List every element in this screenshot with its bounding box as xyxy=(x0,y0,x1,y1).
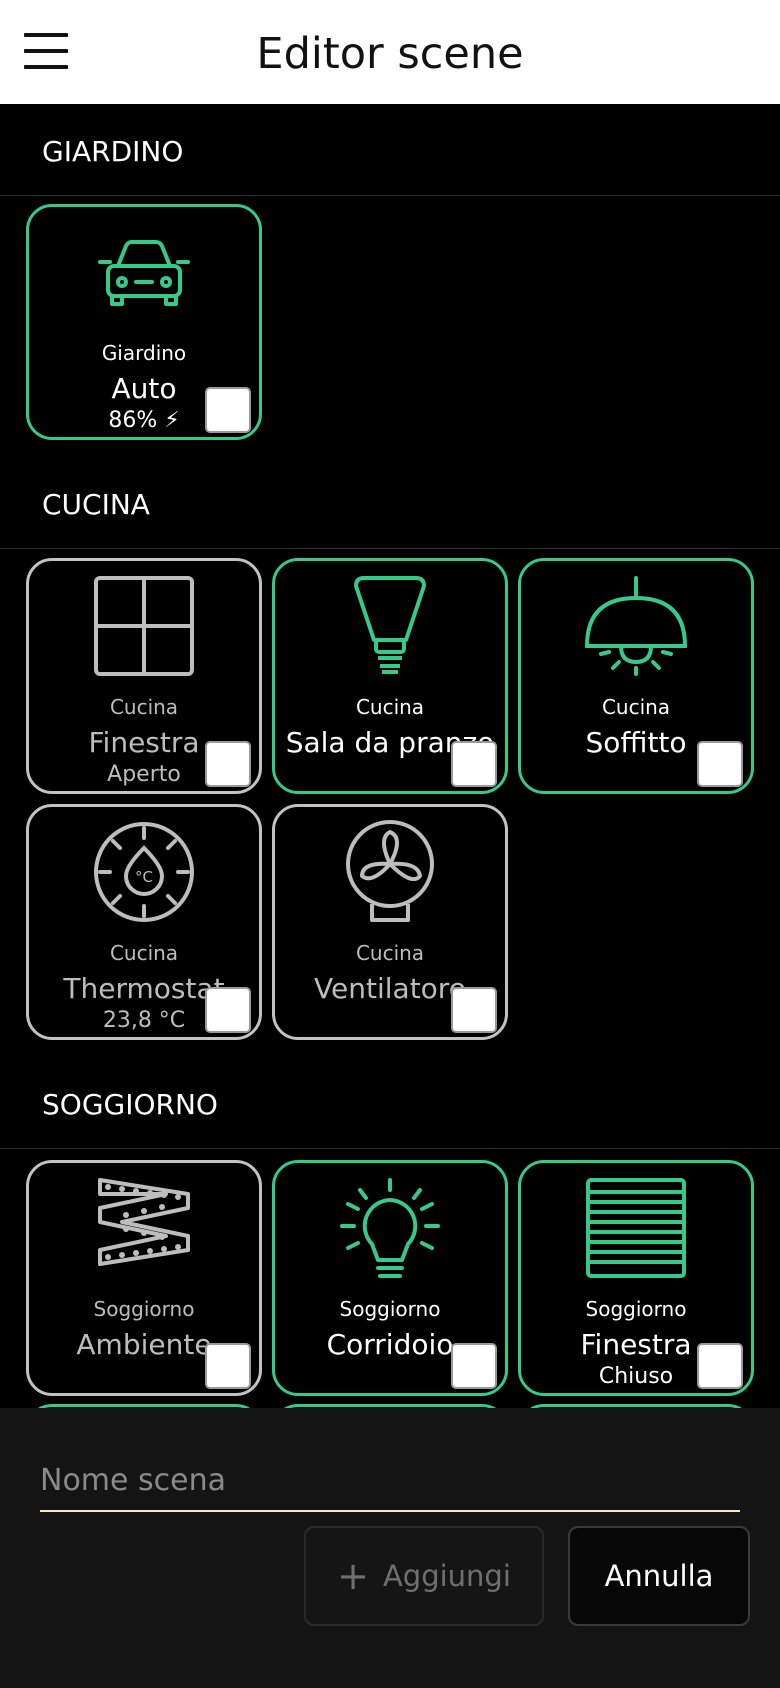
svg-text:°C: °C xyxy=(135,868,153,886)
select-checkbox[interactable] xyxy=(451,741,497,787)
plus-icon: + xyxy=(337,1554,369,1598)
tile-room: Giardino xyxy=(101,341,187,365)
section-label: CUCINA xyxy=(42,488,150,521)
tile-room: Soggiorno xyxy=(93,1297,195,1321)
device-list[interactable]: GIARDINO Giardino Auto 86% ⚡ CUCINA Cuci… xyxy=(0,104,780,1408)
ceiling-lamp-icon xyxy=(521,571,751,681)
select-checkbox[interactable] xyxy=(697,1343,743,1389)
led-strip-icon xyxy=(29,1173,259,1283)
device-tile-corridoio[interactable]: Soggiorno Corridoio xyxy=(272,1160,508,1396)
fan-icon xyxy=(275,817,505,927)
device-tile-auto[interactable]: Giardino Auto 86% ⚡ xyxy=(26,204,262,440)
blinds-icon xyxy=(521,1173,751,1283)
app-header: Editor scene xyxy=(0,0,780,104)
tile-room: Cucina xyxy=(109,695,179,719)
select-checkbox[interactable] xyxy=(205,987,251,1033)
scene-name-input[interactable] xyxy=(40,1450,740,1512)
tile-room: Soggiorno xyxy=(585,1297,687,1321)
select-checkbox[interactable] xyxy=(451,987,497,1033)
section-label: GIARDINO xyxy=(42,135,184,168)
add-button-label: Aggiungi xyxy=(382,1559,511,1593)
section-header-giardino: GIARDINO xyxy=(0,104,780,196)
tile-room: Cucina xyxy=(601,695,671,719)
window-icon xyxy=(29,571,259,681)
select-checkbox[interactable] xyxy=(697,741,743,787)
page-title: Editor scene xyxy=(256,29,524,79)
device-tile-finestra[interactable]: Cucina Finestra Aperto xyxy=(26,558,262,794)
light-bulb-icon xyxy=(275,1173,505,1283)
cancel-button[interactable]: Annulla xyxy=(568,1526,750,1626)
tile-room: Cucina xyxy=(355,695,425,719)
tile-room: Cucina xyxy=(109,941,179,965)
car-icon xyxy=(29,217,259,327)
section-header-soggiorno: SOGGIORNO xyxy=(0,1057,780,1149)
device-tile-ventilatore[interactable]: Cucina Ventilatore xyxy=(272,804,508,1040)
thermostat-icon: °C xyxy=(29,817,259,927)
device-tile-thermostat[interactable]: °C Cucina Thermostat 23,8 °C xyxy=(26,804,262,1040)
tile-room: Cucina xyxy=(355,941,425,965)
spot-bulb-icon xyxy=(275,571,505,681)
device-tile-finestra-soggiorno[interactable]: Soggiorno Finestra Chiuso xyxy=(518,1160,754,1396)
select-checkbox[interactable] xyxy=(205,1343,251,1389)
tile-room: Soggiorno xyxy=(339,1297,441,1321)
select-checkbox[interactable] xyxy=(205,741,251,787)
select-checkbox[interactable] xyxy=(451,1343,497,1389)
scene-footer: + Aggiungi Annulla xyxy=(0,1408,780,1688)
cancel-button-label: Annulla xyxy=(604,1559,714,1593)
device-tile-ambiente[interactable]: Soggiorno Ambiente xyxy=(26,1160,262,1396)
section-label: SOGGIORNO xyxy=(42,1088,218,1121)
add-button[interactable]: + Aggiungi xyxy=(304,1526,544,1626)
device-tile-soffitto[interactable]: Cucina Soffitto xyxy=(518,558,754,794)
select-checkbox[interactable] xyxy=(205,387,251,433)
device-tile-sala-da-pranzo[interactable]: Cucina Sala da pranzo xyxy=(272,558,508,794)
section-header-cucina: CUCINA xyxy=(0,457,780,549)
